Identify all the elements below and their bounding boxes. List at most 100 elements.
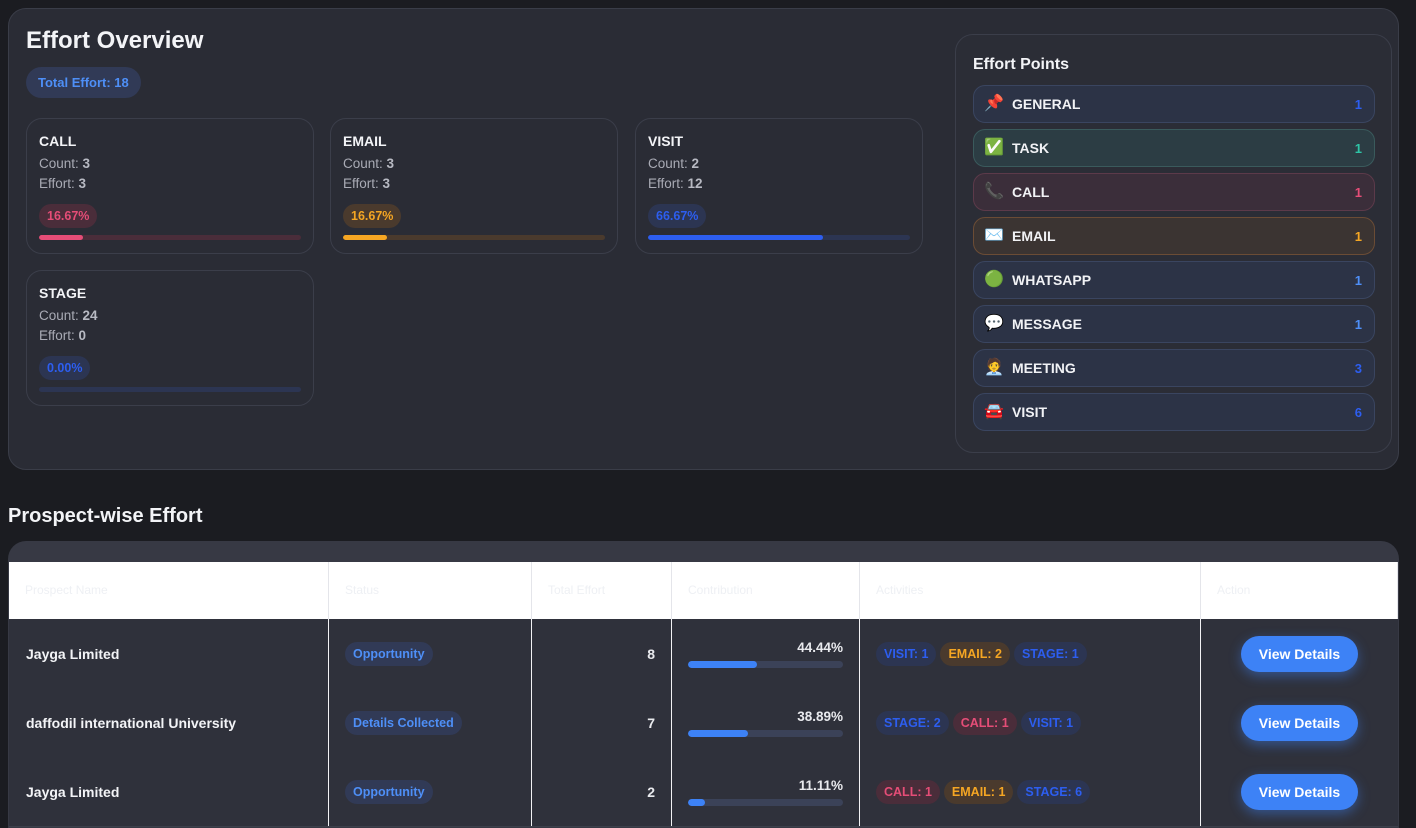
- envelope-icon: ✉️: [984, 227, 1004, 244]
- effort-point-value: 1: [1354, 141, 1362, 156]
- effort-point-label: WHATSAPP: [1012, 272, 1092, 288]
- cell-status: Opportunity: [329, 619, 532, 688]
- cell-contribution: 44.44%: [672, 619, 860, 688]
- activity-chip: STAGE: 2: [876, 711, 949, 735]
- progress-fill: [648, 235, 823, 240]
- col-action-header: Action: [1201, 562, 1398, 619]
- effort-point-label: GENERAL: [1012, 96, 1081, 112]
- cell-activities: CALL: 1 EMAIL: 1 STAGE: 6: [860, 757, 1201, 826]
- progress-bar: [39, 235, 301, 240]
- effort-point-label: EMAIL: [1012, 228, 1056, 244]
- green-circle-icon: 🟢: [984, 271, 1004, 288]
- percentage-badge: 16.67%: [39, 204, 98, 228]
- table-header: Prospect Name Status Total Effort Contribut…: [9, 562, 1398, 619]
- percentage-badge: 66.67%: [648, 204, 707, 228]
- activity-chip: STAGE: 6: [1017, 780, 1091, 804]
- card-title: VISIT: [648, 133, 684, 149]
- contribution-percent: 11.11%: [798, 778, 843, 793]
- cell-prospect-name: Jayga Limited: [9, 757, 329, 826]
- cell-action: View Details: [1201, 688, 1398, 757]
- contribution-bar: [688, 799, 843, 806]
- cell-prospect-name: daffodil international University: [9, 688, 329, 757]
- progress-bar: [648, 235, 910, 240]
- total-effort-value: 2: [647, 784, 655, 800]
- table-row: Jayga Limited Opportunity 2 11.11% CALL:…: [9, 757, 1398, 827]
- effort-point-value: 6: [1354, 405, 1362, 420]
- activity-chip: VISIT: 1: [1020, 711, 1082, 735]
- effort-point-general: 📌 GENERAL 1: [973, 85, 1375, 123]
- cell-total-effort: 8: [532, 619, 672, 688]
- prospect-table: Prospect Name Status Total Effort Contribut…: [8, 541, 1399, 828]
- cell-status: Opportunity: [329, 757, 532, 826]
- effort-point-value: 1: [1354, 273, 1362, 288]
- col-status-header: Status: [329, 562, 532, 619]
- contribution-bar: [688, 730, 843, 737]
- card-count: Count: 3: [39, 156, 91, 171]
- prospect-name: daffodil international University: [26, 715, 237, 731]
- status-badge: Opportunity: [345, 642, 433, 666]
- effort-point-value: 1: [1354, 317, 1362, 332]
- effort-point-label: VISIT: [1012, 404, 1048, 420]
- activity-chip: EMAIL: 2: [940, 642, 1010, 666]
- effort-point-value: 1: [1354, 229, 1362, 244]
- effort-point-label: CALL: [1012, 184, 1050, 200]
- card-effort: Effort: 12: [648, 176, 703, 191]
- cell-status: Details Collected: [329, 688, 532, 757]
- total-effort-value: 8: [647, 646, 655, 662]
- card-count: Count: 24: [39, 308, 98, 323]
- view-details-button[interactable]: View Details: [1241, 705, 1358, 741]
- contribution-percent: 44.44%: [797, 640, 843, 655]
- effort-card-call: CALL Count: 3 Effort: 3 16.67%: [26, 118, 314, 254]
- cell-prospect-name: Jayga Limited: [9, 619, 329, 688]
- effort-point-label: TASK: [1012, 140, 1050, 156]
- effort-point-value: 1: [1354, 97, 1362, 112]
- progress-bar: [39, 387, 301, 392]
- view-details-button[interactable]: View Details: [1241, 636, 1358, 672]
- cell-action: View Details: [1201, 757, 1398, 826]
- prospect-name: Jayga Limited: [26, 646, 120, 662]
- table-row: Jayga Limited Opportunity 8 44.44% VISIT…: [9, 619, 1398, 689]
- effort-point-label: MEETING: [1012, 360, 1076, 376]
- total-effort-badge: Total Effort: 18: [26, 67, 141, 98]
- cell-total-effort: 2: [532, 757, 672, 826]
- activity-chip: CALL: 1: [952, 711, 1017, 735]
- effort-overview-panel: Effort Overview Total Effort: 18 CALL Co…: [8, 8, 1399, 470]
- effort-card-visit: VISIT Count: 2 Effort: 12 66.67%: [635, 118, 923, 254]
- effort-point-value: 1: [1354, 185, 1362, 200]
- progress-fill: [39, 235, 83, 240]
- card-effort: Effort: 3: [343, 176, 391, 191]
- effort-point-visit: 🚘 VISIT 6: [973, 393, 1375, 431]
- prospect-name: Jayga Limited: [26, 784, 120, 800]
- activity-chip: STAGE: 1: [1013, 642, 1087, 666]
- cell-contribution: 38.89%: [672, 688, 860, 757]
- contribution-bar: [688, 661, 843, 668]
- col-total-effort-header: Total Effort: [532, 562, 672, 619]
- prospect-section-title: Prospect-wise Effort: [8, 505, 203, 527]
- progress-fill: [343, 235, 387, 240]
- card-title: CALL: [39, 133, 77, 149]
- contribution-percent: 38.89%: [797, 709, 843, 724]
- col-activities-header: Activities: [860, 562, 1201, 619]
- effort-point-meeting: 🧑‍💼 MEETING 3: [973, 349, 1375, 387]
- card-effort: Effort: 0: [39, 328, 87, 343]
- total-effort-value: 7: [647, 715, 655, 731]
- percentage-badge: 0.00%: [39, 356, 91, 380]
- card-title: EMAIL: [343, 133, 387, 149]
- effort-point-whatsapp: 🟢 WHATSAPP 1: [973, 261, 1375, 299]
- view-details-button[interactable]: View Details: [1241, 774, 1358, 810]
- status-badge: Opportunity: [345, 780, 433, 804]
- col-prospect-name-header: Prospect Name: [9, 562, 329, 619]
- page-title: Effort Overview: [26, 27, 204, 54]
- effort-card-stage: STAGE Count: 24 Effort: 0 0.00%: [26, 270, 314, 406]
- card-count: Count: 3: [343, 156, 395, 171]
- effort-points-panel: Effort Points 📌 GENERAL 1 ✅ TASK 1 📞 CAL…: [955, 34, 1392, 453]
- card-effort: Effort: 3: [39, 176, 87, 191]
- status-badge: Details Collected: [345, 711, 462, 735]
- car-icon: 🚘: [984, 403, 1004, 420]
- contribution-fill: [688, 799, 706, 806]
- percentage-badge: 16.67%: [343, 204, 402, 228]
- contribution-fill: [688, 730, 749, 737]
- effort-point-label: MESSAGE: [1012, 316, 1083, 332]
- pushpin-icon: 📌: [984, 95, 1004, 112]
- activity-chip: EMAIL: 1: [943, 780, 1014, 804]
